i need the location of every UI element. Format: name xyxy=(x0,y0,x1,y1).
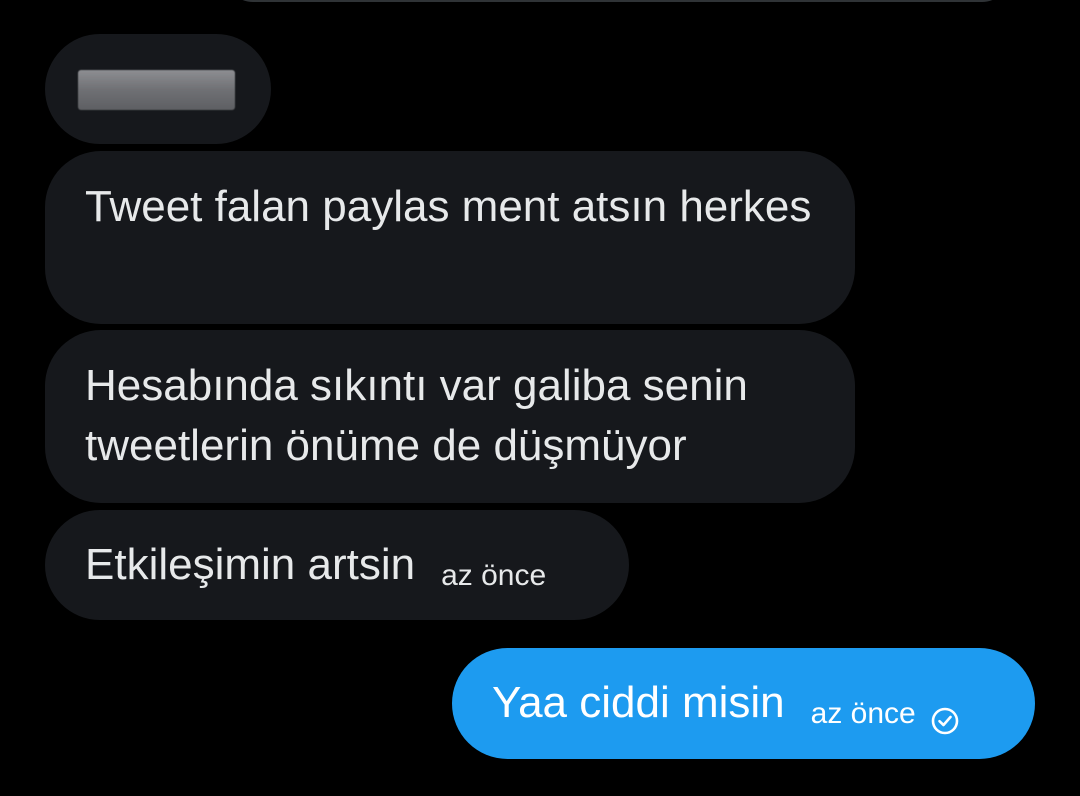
composer-edge xyxy=(225,0,1010,2)
message-bubble-outgoing[interactable]: Yaa ciddi misin az önce xyxy=(452,648,1035,759)
message-text: Tweet falan paylas ment atsın herkes xyxy=(85,182,812,231)
message-text: Yaa ciddi misin xyxy=(492,678,785,727)
message-timestamp: az önce xyxy=(810,697,916,730)
message-text: Hesabında sıkıntı var galiba senin tweet… xyxy=(85,361,748,470)
redacted-content xyxy=(78,70,235,110)
message-bubble-redacted[interactable] xyxy=(45,34,271,144)
message-timestamp: az önce xyxy=(441,559,547,592)
message-bubble-incoming[interactable]: Hesabında sıkıntı var galiba senin tweet… xyxy=(45,330,855,503)
message-text: Etkileşimin artsin xyxy=(85,540,416,589)
read-check-circle-icon xyxy=(930,692,960,735)
message-bubble-incoming[interactable]: Tweet falan paylas ment atsın herkes xyxy=(45,151,855,324)
message-bubble-incoming[interactable]: Etkileşimin artsin az önce xyxy=(45,510,629,620)
